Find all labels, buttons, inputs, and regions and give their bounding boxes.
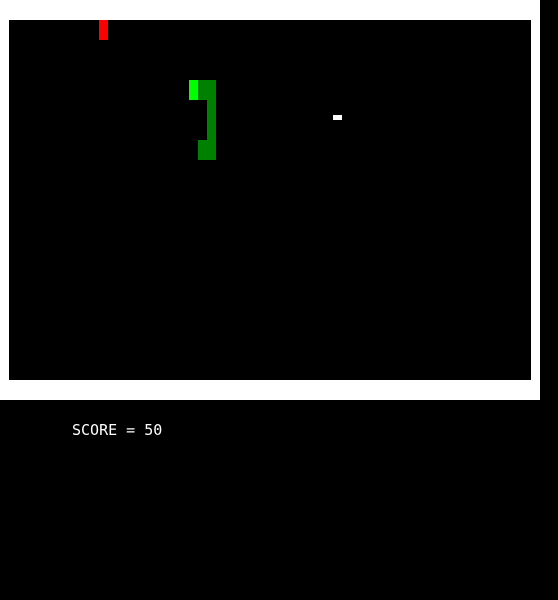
score-display: SCORE = 50	[72, 421, 163, 439]
snake-tail	[198, 140, 216, 160]
snake-head	[189, 80, 198, 100]
snake-body-segment	[207, 100, 216, 120]
game-board[interactable]	[9, 20, 531, 380]
snake-body-segment	[207, 120, 216, 140]
bonus-item	[333, 115, 342, 120]
game-board-frame	[0, 0, 540, 400]
food-item	[99, 20, 108, 40]
snake-body-segment	[198, 80, 216, 100]
